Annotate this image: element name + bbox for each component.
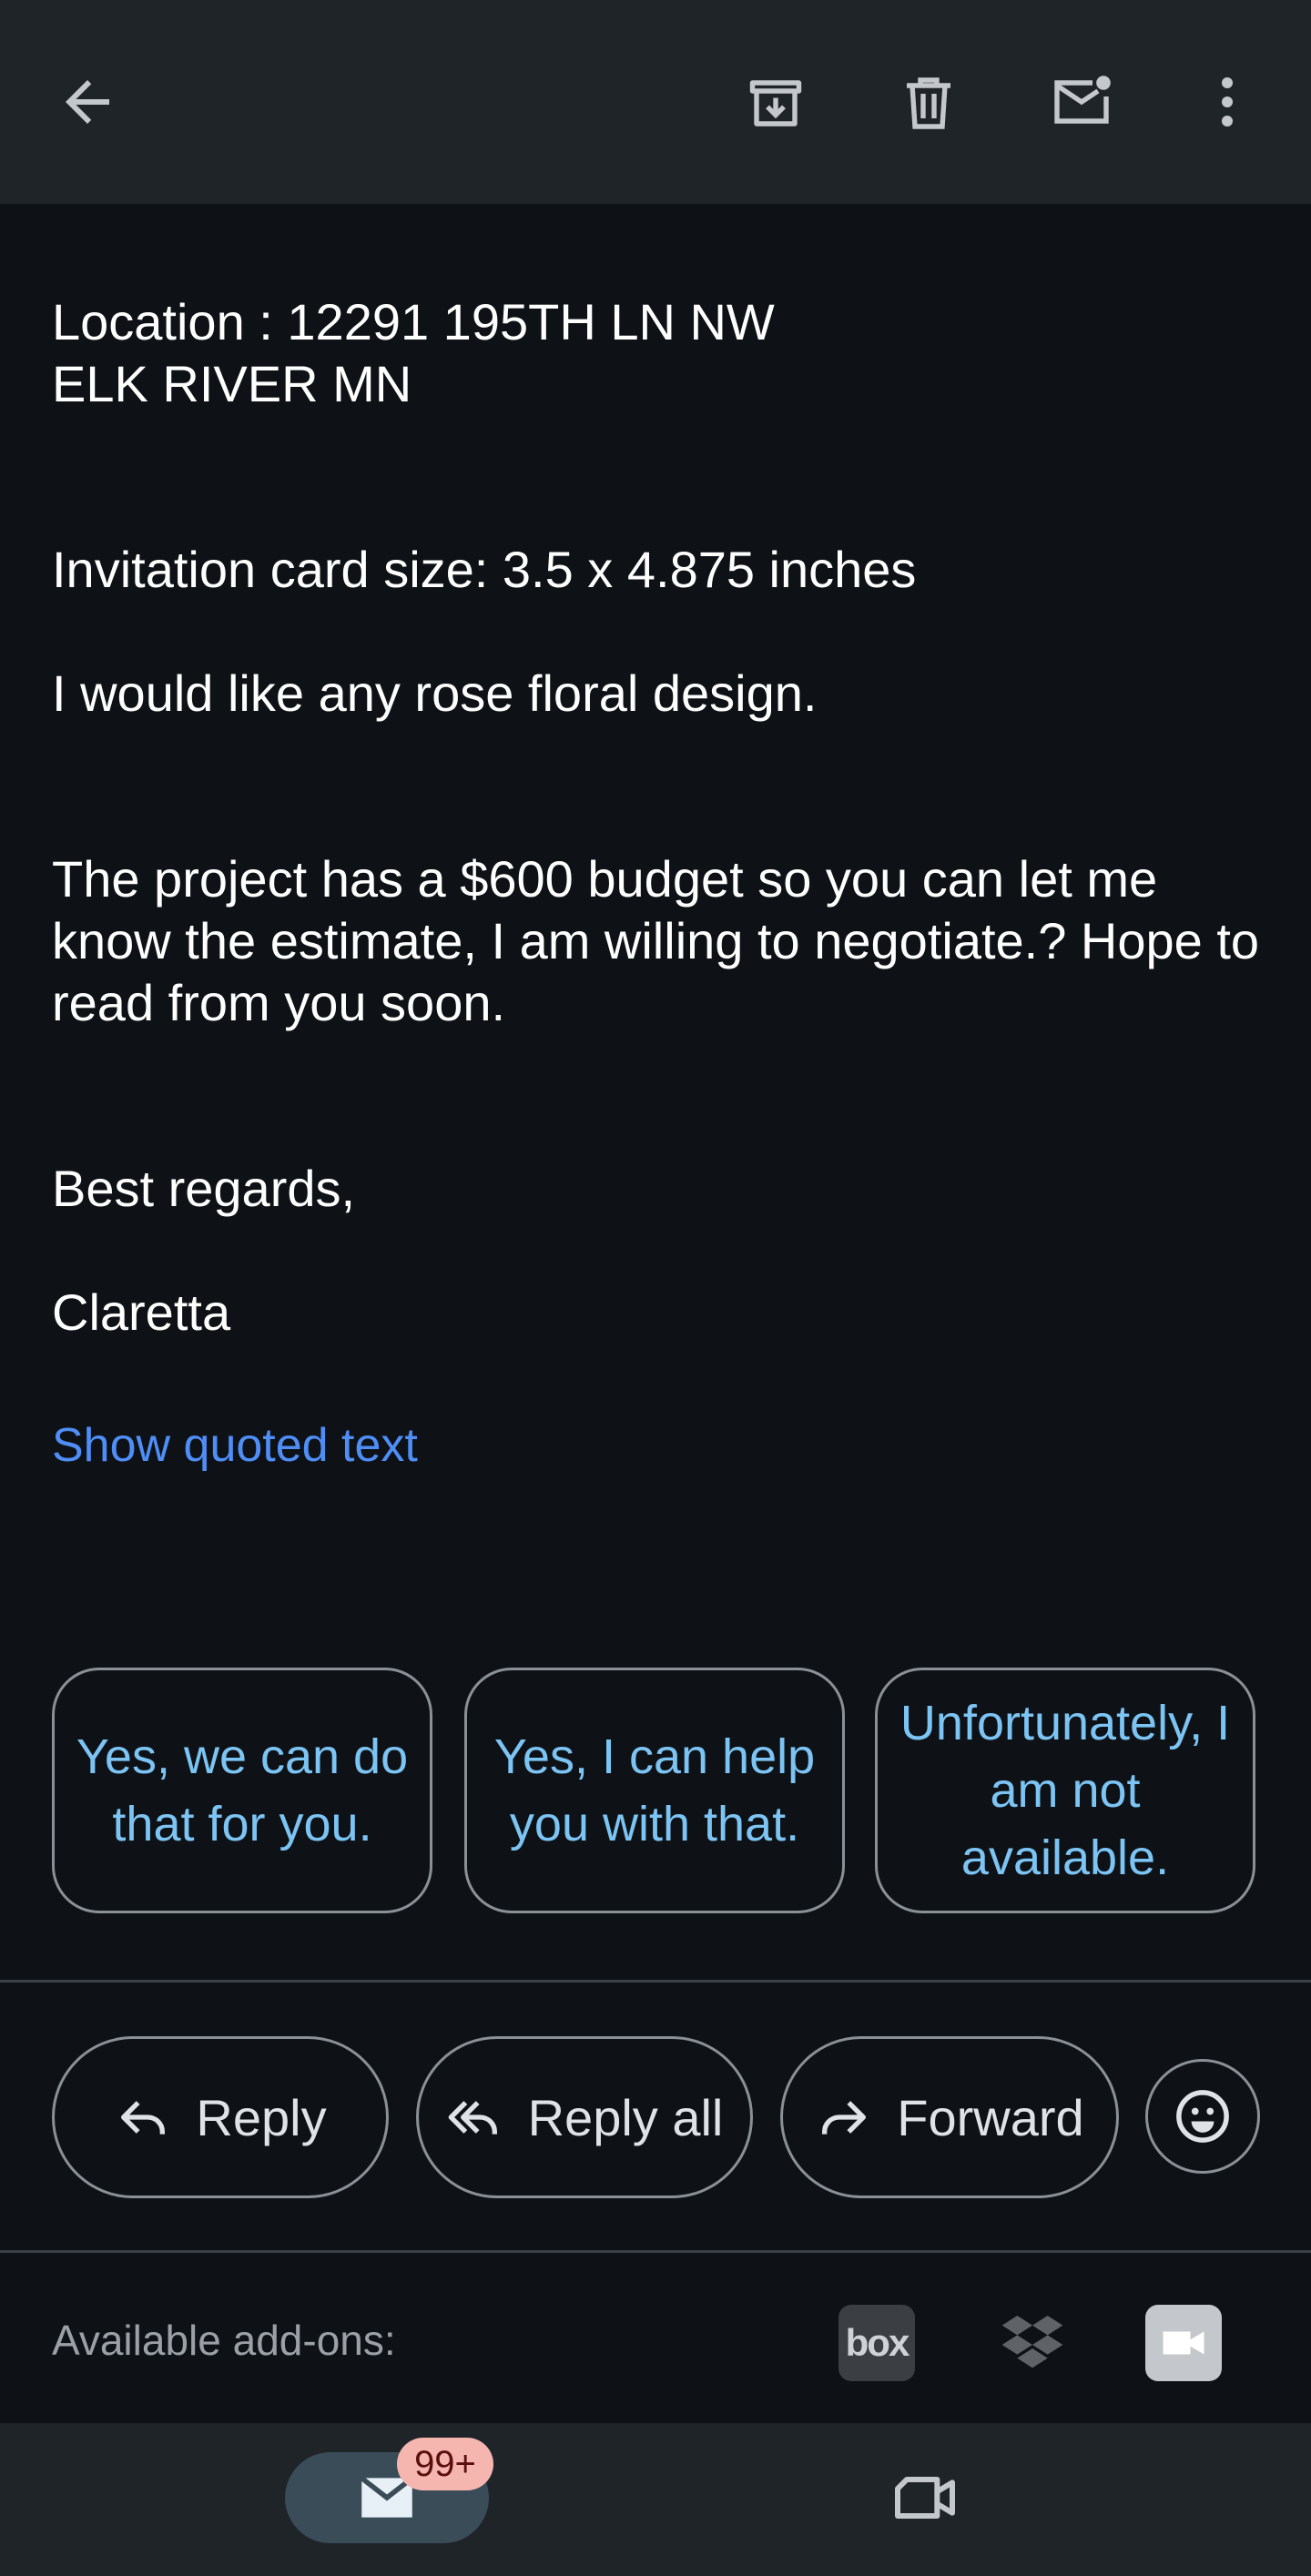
box-addon[interactable]: box xyxy=(838,2305,915,2381)
bottom-navigation: 99+ xyxy=(0,2423,1311,2576)
dropbox-icon xyxy=(1001,2316,1063,2368)
meet-tab[interactable] xyxy=(879,2452,971,2543)
mark-unread-icon xyxy=(1054,76,1111,124)
reply-all-button[interactable]: Reply all xyxy=(416,2036,753,2198)
forward-button[interactable]: Forward xyxy=(780,2036,1119,2198)
video-camera-icon xyxy=(1163,2331,1204,2355)
emoji-reaction-button[interactable] xyxy=(1145,2059,1260,2174)
more-options-button[interactable] xyxy=(1182,56,1273,147)
box-logo-text: box xyxy=(845,2321,910,2364)
reply-button[interactable]: Reply xyxy=(52,2036,389,2198)
smart-reply-chip[interactable]: Yes, I can help you with that. xyxy=(464,1668,845,1913)
email-design: I would like any rose floral design. xyxy=(52,664,818,722)
email-card-size: Invitation card size: 3.5 x 4.875 inches xyxy=(52,541,917,598)
dropbox-addon[interactable] xyxy=(994,2305,1071,2381)
more-vert-icon xyxy=(1222,77,1233,127)
mark-unread-button[interactable] xyxy=(1036,56,1127,147)
divider xyxy=(0,1980,1311,1983)
delete-button[interactable] xyxy=(883,56,974,147)
forward-label: Forward xyxy=(897,2088,1084,2146)
forward-icon xyxy=(822,2101,867,2135)
reply-label: Reply xyxy=(196,2088,327,2146)
video-camera-outline-icon xyxy=(895,2477,955,2519)
reply-icon xyxy=(121,2101,166,2135)
smiley-icon xyxy=(1176,2090,1229,2143)
email-closing: Best regards, xyxy=(52,1160,356,1217)
archive-icon xyxy=(749,80,802,127)
trash-icon xyxy=(907,77,950,129)
show-quoted-text-link[interactable]: Show quoted text xyxy=(52,1418,418,1473)
reply-all-label: Reply all xyxy=(527,2088,724,2146)
smart-reply-chip[interactable]: Yes, we can do that for you. xyxy=(52,1668,432,1913)
arrow-back-icon xyxy=(66,80,109,124)
unread-count-badge: 99+ xyxy=(397,2438,493,2490)
reply-all-icon xyxy=(448,2101,497,2135)
email-budget: The project has a $600 budget so you can… xyxy=(52,850,1260,1031)
available-addons-label: Available add-ons: xyxy=(52,2317,396,2364)
meet-addon[interactable] xyxy=(1145,2305,1222,2381)
smart-reply-chip[interactable]: Unfortunately, I am not available. xyxy=(875,1668,1255,1913)
divider xyxy=(0,2250,1311,2253)
archive-button[interactable] xyxy=(730,56,821,147)
top-app-bar xyxy=(0,0,1311,204)
back-button[interactable] xyxy=(42,56,133,147)
email-signature: Claretta xyxy=(52,1283,231,1341)
email-location: Location : 12291 195TH LN NW ELK RIVER M… xyxy=(52,293,775,412)
